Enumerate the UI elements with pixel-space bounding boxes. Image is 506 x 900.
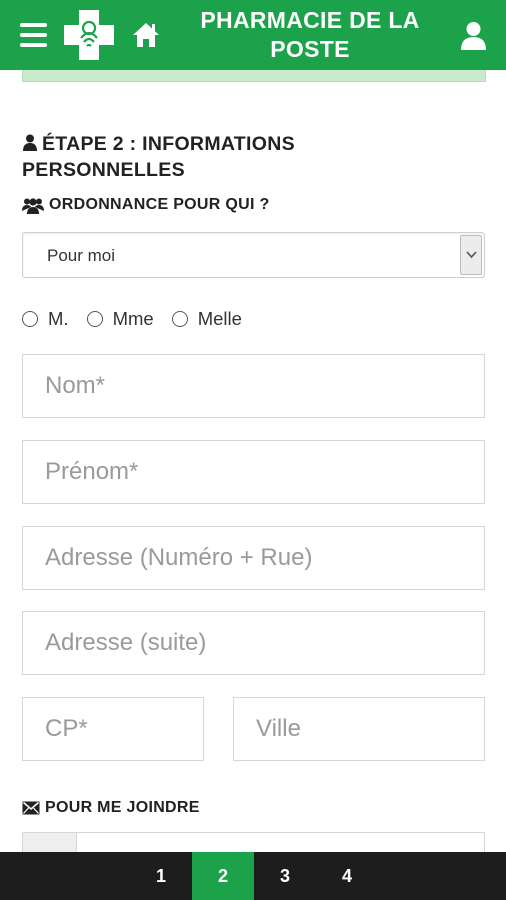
pharmacy-cross-logo-icon[interactable] xyxy=(62,8,116,62)
step-title-text: ÉTAPE 2 : INFORMATIONS PERSONNELLES xyxy=(22,133,295,181)
page-title: PHARMACIE DE LA POSTE xyxy=(178,6,442,64)
adresse-input[interactable] xyxy=(23,527,484,589)
page-title-line-2: POSTE xyxy=(270,36,350,62)
radio-circle[interactable] xyxy=(22,311,38,327)
prescription-select-value: Pour moi xyxy=(47,246,116,265)
radio-melle-label: Melle xyxy=(197,308,242,329)
app-header: PHARMACIE DE LA POSTE xyxy=(0,0,506,70)
adresse-field-wrapper xyxy=(22,526,485,590)
cp-field-wrapper xyxy=(22,697,204,761)
step-1[interactable]: 1 xyxy=(130,852,192,900)
user-icon[interactable] xyxy=(460,21,487,51)
prescription-select[interactable]: Pour moi xyxy=(22,232,485,278)
users-icon xyxy=(22,197,44,214)
ville-input[interactable] xyxy=(234,698,484,760)
hamburger-menu-icon[interactable] xyxy=(20,23,47,47)
civility-radio-group: M. Mme Melle xyxy=(22,306,260,332)
step-4[interactable]: 4 xyxy=(316,852,378,900)
ville-field-wrapper xyxy=(233,697,485,761)
page-title-line-1: PHARMACIE DE LA xyxy=(200,7,420,33)
radio-mme[interactable]: Mme xyxy=(86,308,154,330)
nom-field-wrapper xyxy=(22,354,485,418)
adresse-suite-input[interactable] xyxy=(23,612,484,674)
radio-m[interactable]: M. xyxy=(22,308,69,330)
prenom-input[interactable] xyxy=(23,441,484,503)
success-banner xyxy=(22,70,486,82)
prenom-field-wrapper xyxy=(22,440,485,504)
radio-melle[interactable]: Melle xyxy=(171,308,242,330)
home-icon[interactable] xyxy=(131,21,161,49)
radio-mme-label: Mme xyxy=(112,308,154,329)
step-title: ÉTAPE 2 : INFORMATIONS PERSONNELLES xyxy=(22,131,462,183)
adresse-suite-field-wrapper xyxy=(22,611,485,675)
radio-m-label: M. xyxy=(48,308,69,329)
contact-label: POUR ME JOINDRE xyxy=(22,799,200,817)
prescription-label: ORDONNANCE POUR QUI ? xyxy=(22,196,270,214)
step-navigation: 1 2 3 4 xyxy=(0,852,506,900)
step-3[interactable]: 3 xyxy=(254,852,316,900)
nom-input[interactable] xyxy=(23,355,484,417)
select-dropdown-button[interactable] xyxy=(460,235,482,275)
contact-label-text: POUR ME JOINDRE xyxy=(45,799,200,816)
cp-input[interactable] xyxy=(23,698,203,760)
radio-circle[interactable] xyxy=(171,311,188,327)
radio-circle[interactable] xyxy=(86,311,103,327)
user-icon xyxy=(23,134,37,151)
prescription-label-text: ORDONNANCE POUR QUI ? xyxy=(49,196,270,213)
chevron-down-icon xyxy=(466,251,477,259)
envelope-icon xyxy=(22,801,40,815)
step-2[interactable]: 2 xyxy=(192,852,254,900)
